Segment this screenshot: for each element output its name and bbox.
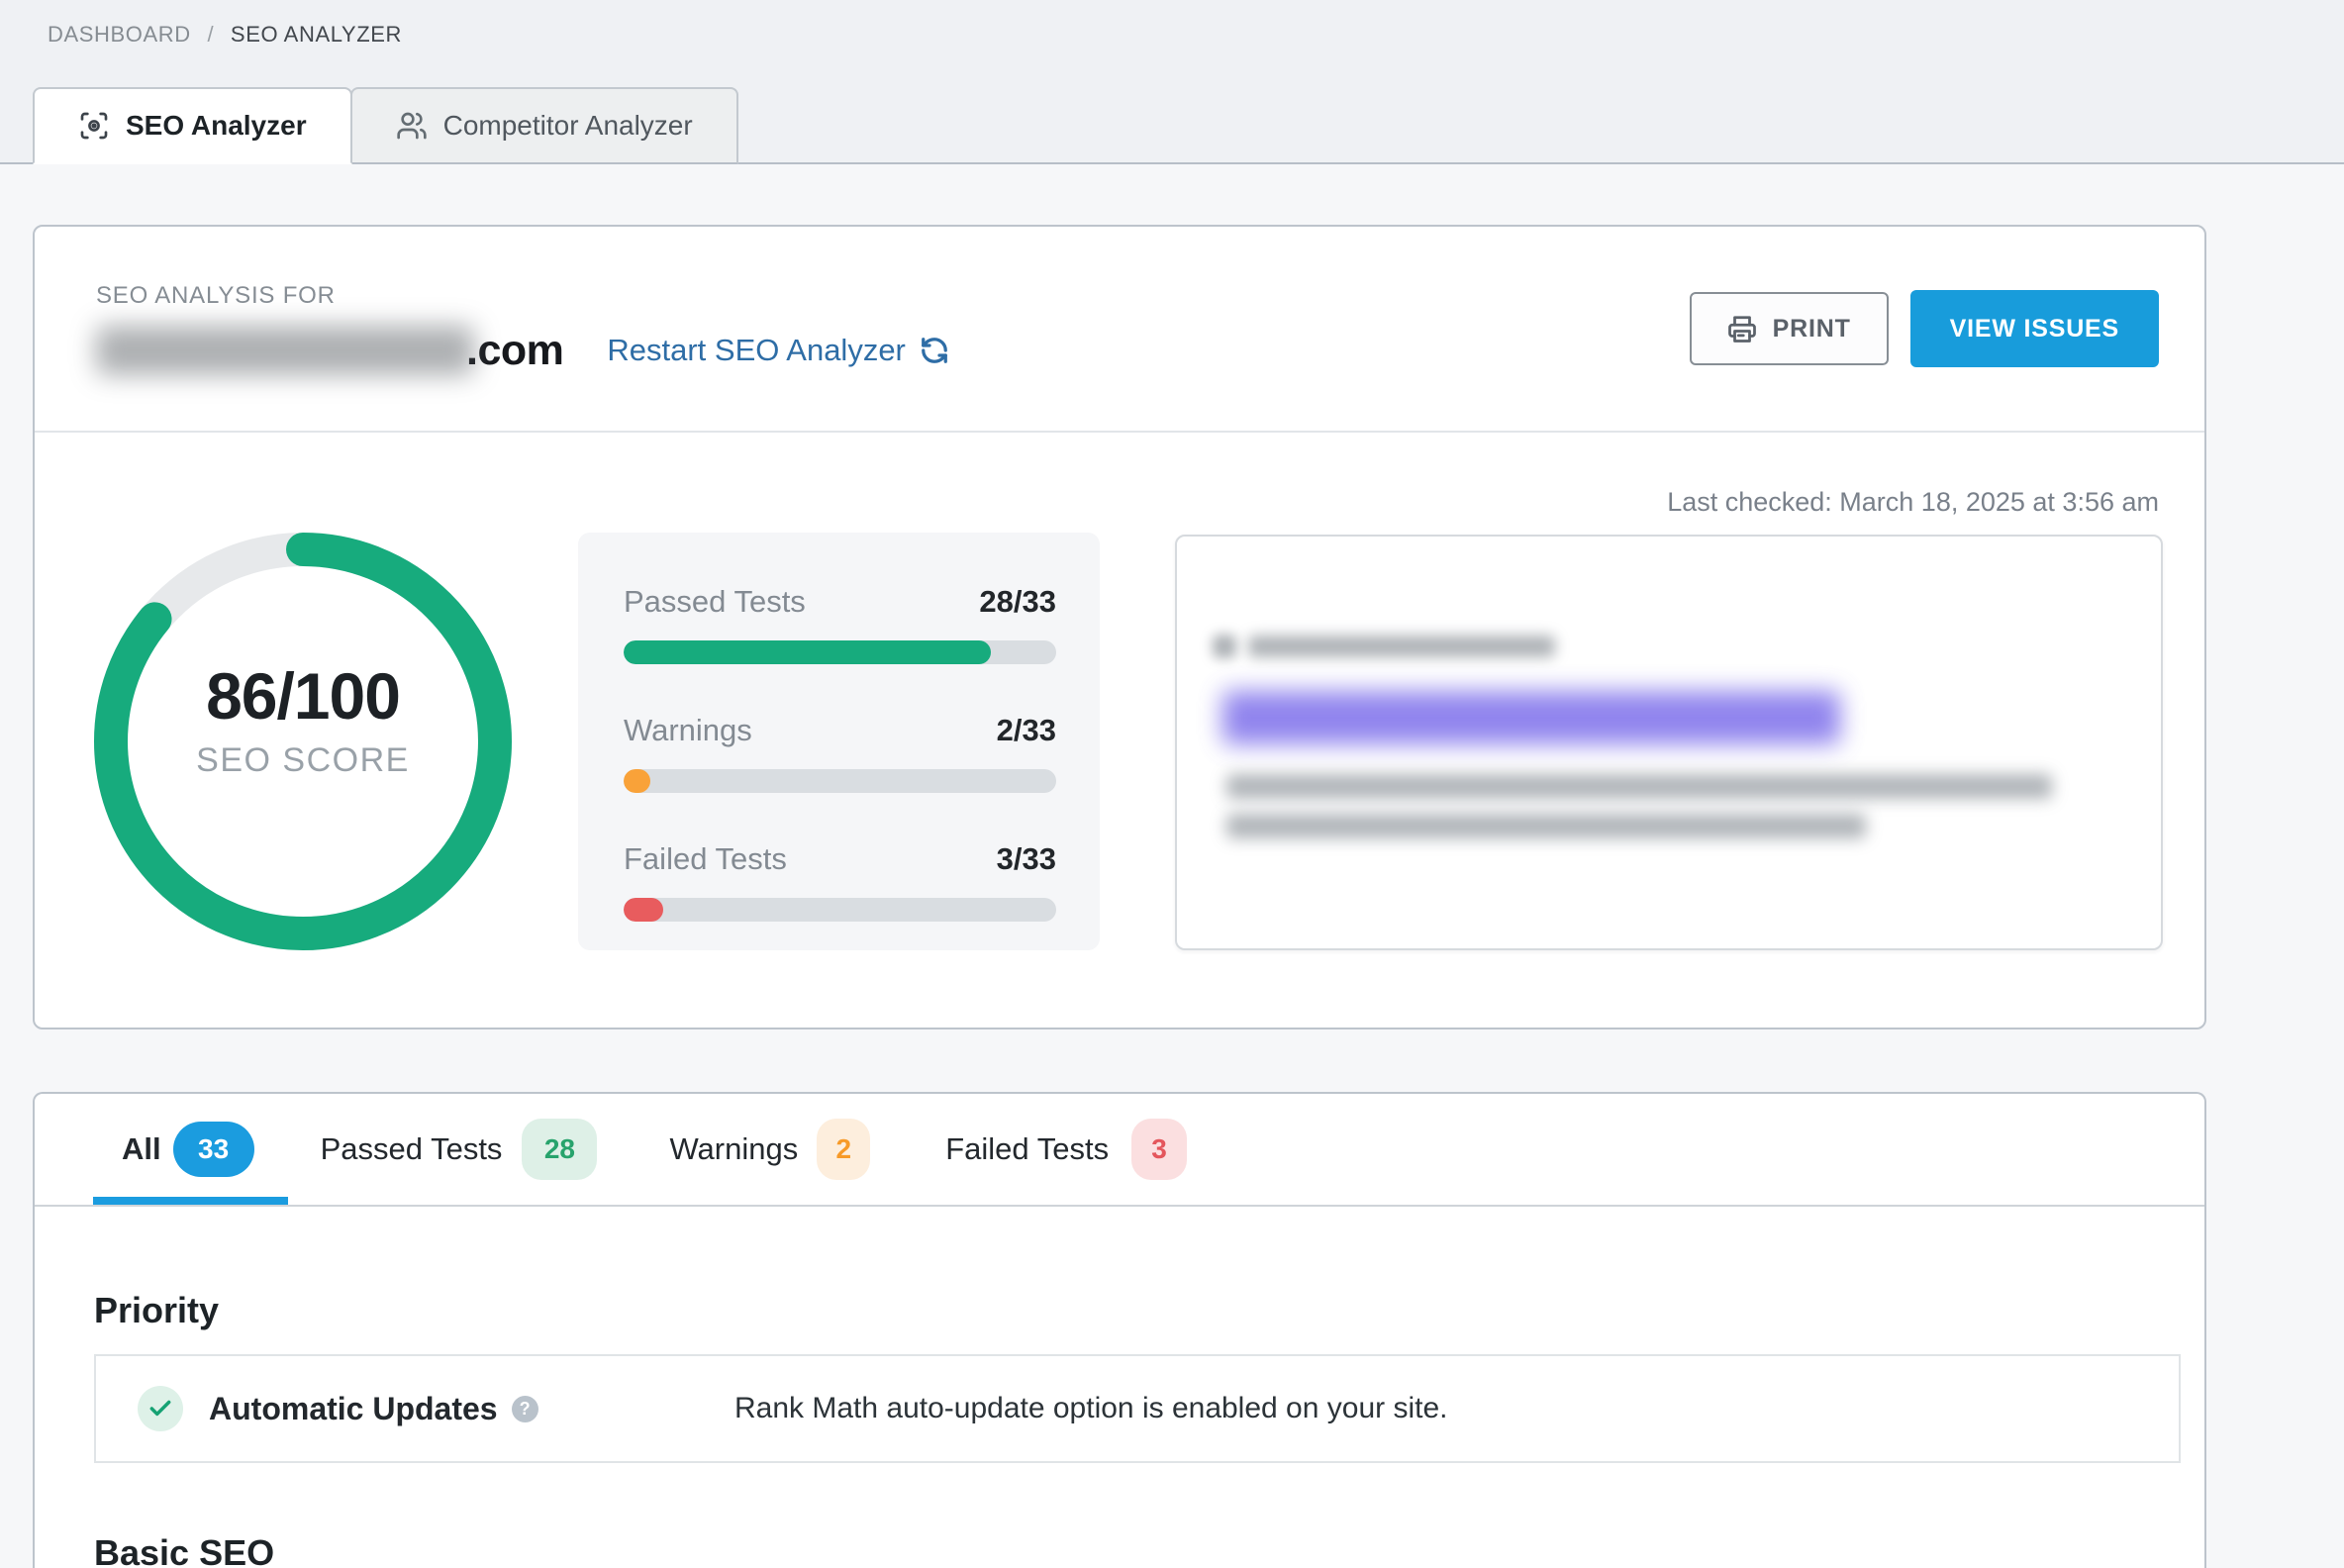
refresh-icon — [920, 336, 949, 365]
breadcrumb-dashboard[interactable]: DASHBOARD — [48, 22, 191, 47]
tab-label: Competitor Analyzer — [443, 110, 693, 142]
progress-track — [624, 769, 1056, 793]
users-icon — [396, 110, 428, 142]
filter-count-badge: 28 — [522, 1119, 597, 1180]
seo-score-label: SEO SCORE — [196, 741, 410, 780]
stat-value: 3/33 — [997, 841, 1056, 877]
preview-favicon-blur — [1213, 635, 1236, 658]
tab-label: SEO Analyzer — [126, 110, 307, 142]
preview-description-blur — [1226, 814, 1866, 838]
last-checked-text: Last checked: March 18, 2025 at 3:56 am — [1667, 487, 2159, 518]
header-bar: DASHBOARD / SEO ANALYZER SEO Analyzer Co — [0, 0, 2344, 164]
analysis-site-block: SEO ANALYSIS FOR .com Restart SEO Analyz… — [96, 282, 949, 375]
analysis-card-body: Last checked: March 18, 2025 at 3:56 am … — [35, 433, 2204, 1028]
test-result-description: Rank Math auto-update option is enabled … — [734, 1392, 1447, 1425]
basic-seo-section: Basic SEO — [35, 1532, 2204, 1568]
progress-fill-failed — [624, 898, 663, 922]
tab-seo-analyzer[interactable]: SEO Analyzer — [33, 87, 352, 164]
domain-suffix: .com — [466, 327, 563, 375]
stat-label: Failed Tests — [624, 841, 787, 877]
restart-link-label: Restart SEO Analyzer — [607, 333, 906, 368]
stat-label: Warnings — [624, 713, 752, 748]
passed-check-icon — [138, 1386, 183, 1431]
seo-score-value: 86/100 — [206, 658, 400, 734]
breadcrumb-current: SEO ANALYZER — [231, 22, 402, 47]
seo-score-gauge: 86/100 SEO SCORE — [94, 533, 512, 950]
filter-failed-tests[interactable]: Failed Tests 3 — [945, 1119, 1187, 1180]
help-icon[interactable]: ? — [512, 1396, 538, 1422]
seo-analysis-card: SEO ANALYSIS FOR .com Restart SEO Analyz… — [33, 225, 2206, 1029]
analysis-card-header: SEO ANALYSIS FOR .com Restart SEO Analyz… — [35, 227, 2204, 433]
basic-seo-heading: Basic SEO — [94, 1532, 2181, 1568]
progress-fill-warnings — [624, 769, 650, 793]
stat-label: Passed Tests — [624, 584, 806, 620]
test-row-automatic-updates: Automatic Updates ? Rank Math auto-updat… — [94, 1354, 2181, 1463]
scan-eye-icon — [78, 110, 110, 142]
priority-section: Priority Automatic Updates ? Rank Math a… — [35, 1290, 2204, 1463]
stat-value: 2/33 — [997, 713, 1056, 748]
test-stats-panel: Passed Tests 28/33 Warnings 2/33 Faile — [578, 533, 1100, 950]
filter-count-badge: 33 — [173, 1122, 254, 1177]
print-button-label: PRINT — [1773, 315, 1851, 343]
progress-track — [624, 898, 1056, 922]
filter-label: Failed Tests — [945, 1131, 1109, 1167]
blurred-domain-name — [96, 326, 474, 375]
breadcrumb-separator: / — [207, 22, 214, 47]
filter-warnings[interactable]: Warnings 2 — [669, 1119, 870, 1180]
progress-track — [624, 640, 1056, 664]
breadcrumb: DASHBOARD / SEO ANALYZER — [48, 22, 402, 48]
test-name: Automatic Updates — [209, 1391, 498, 1427]
stat-failed-tests: Failed Tests 3/33 — [624, 841, 1056, 922]
filter-label: Warnings — [669, 1131, 798, 1167]
stat-passed-tests: Passed Tests 28/33 — [624, 584, 1056, 664]
view-issues-button[interactable]: VIEW ISSUES — [1910, 290, 2159, 367]
tab-competitor-analyzer[interactable]: Competitor Analyzer — [350, 87, 738, 164]
analysis-for-label: SEO ANALYSIS FOR — [96, 282, 949, 310]
analyzer-tabs: SEO Analyzer Competitor Analyzer — [33, 87, 738, 164]
stat-value: 28/33 — [979, 584, 1056, 620]
preview-url-blur — [1248, 636, 1555, 657]
filter-passed-tests[interactable]: Passed Tests 28 — [321, 1119, 598, 1180]
serp-preview-box — [1175, 535, 2163, 950]
printer-icon — [1727, 314, 1757, 343]
progress-fill-passed — [624, 640, 991, 664]
preview-title-blur — [1222, 691, 1840, 744]
results-filter-tabs: All 33 Passed Tests 28 Warnings 2 Failed… — [35, 1094, 2204, 1207]
active-filter-underline — [93, 1197, 288, 1205]
print-button[interactable]: PRINT — [1690, 292, 1889, 365]
restart-analyzer-link[interactable]: Restart SEO Analyzer — [607, 333, 949, 368]
filter-count-badge: 2 — [817, 1119, 870, 1180]
filter-count-badge: 3 — [1131, 1119, 1187, 1180]
filter-all[interactable]: All 33 — [122, 1122, 254, 1177]
test-results-card: All 33 Passed Tests 28 Warnings 2 Failed… — [33, 1092, 2206, 1568]
filter-label: All — [122, 1131, 161, 1167]
stat-warnings: Warnings 2/33 — [624, 713, 1056, 793]
view-issues-label: VIEW ISSUES — [1950, 315, 2119, 343]
preview-description-blur — [1226, 774, 2052, 799]
filter-label: Passed Tests — [321, 1131, 503, 1167]
priority-heading: Priority — [94, 1290, 2181, 1331]
